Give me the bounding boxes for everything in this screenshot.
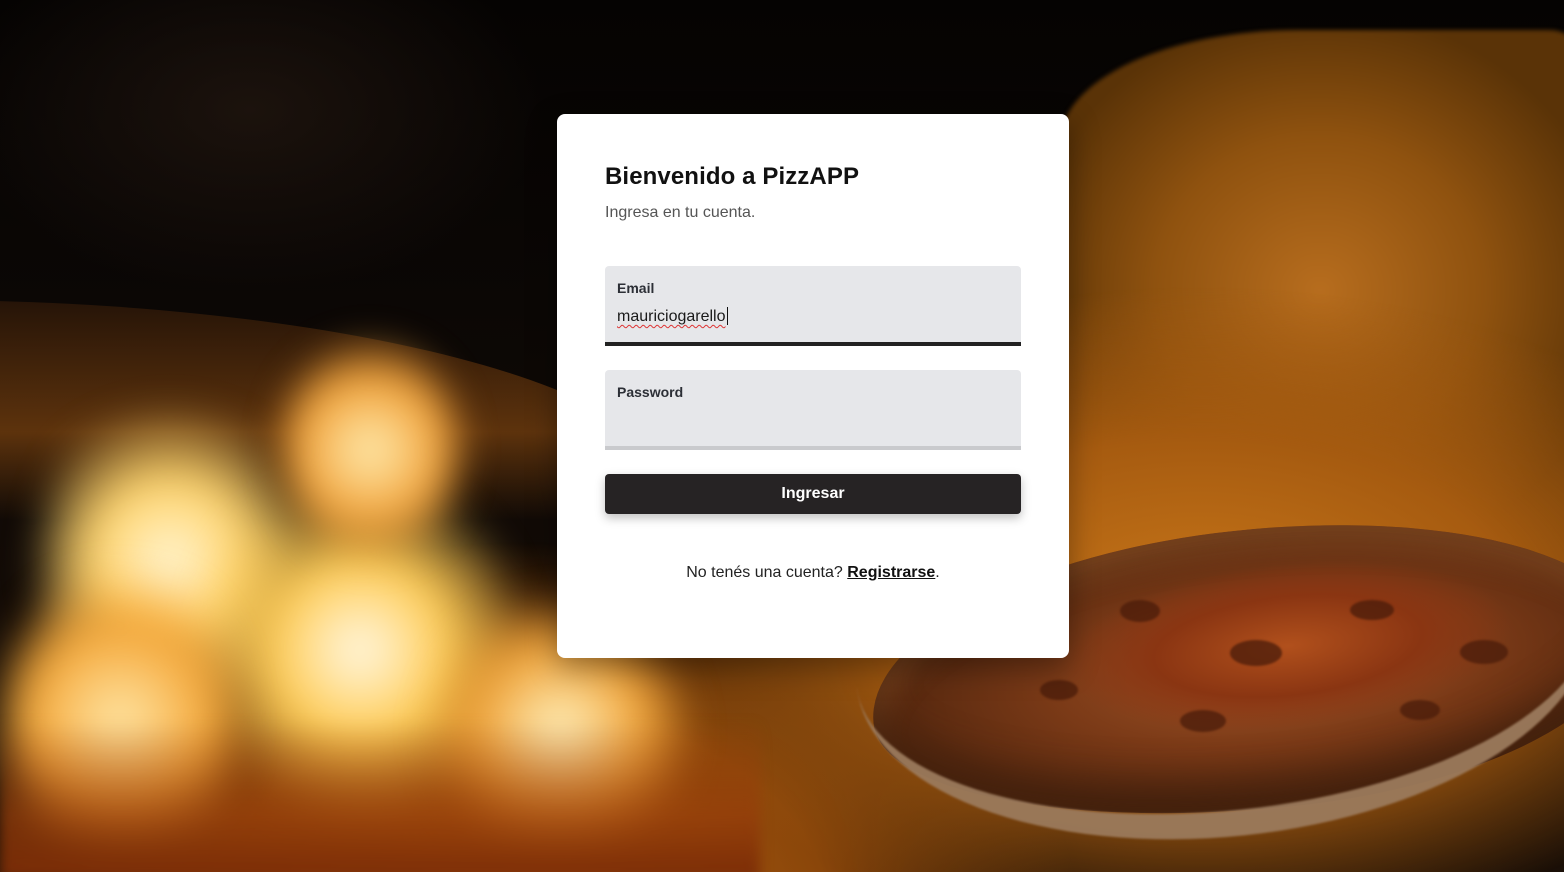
- pizza-topping: [1040, 680, 1078, 700]
- flame: [280, 340, 460, 560]
- email-input[interactable]: mauriciogarello: [617, 308, 726, 326]
- email-field[interactable]: Email mauriciogarello: [605, 266, 1021, 346]
- page-title: Bienvenido a PizzAPP: [605, 163, 860, 190]
- pizza-topping: [1230, 640, 1282, 666]
- password-label: Password: [617, 384, 684, 400]
- register-link[interactable]: Registrarse: [847, 564, 935, 581]
- register-suffix: .: [935, 564, 940, 581]
- pizza-topping: [1120, 600, 1160, 622]
- email-label: Email: [617, 280, 655, 296]
- email-value: mauriciogarello: [617, 308, 726, 325]
- register-prompt-text: No tenés una cuenta?: [686, 564, 848, 581]
- login-button[interactable]: Ingresar: [605, 474, 1021, 514]
- register-prompt: No tenés una cuenta? Registrarse.: [557, 564, 1069, 582]
- text-caret: [727, 307, 728, 325]
- embers: [0, 720, 760, 872]
- pizza-topping: [1180, 710, 1226, 732]
- login-page: Bienvenido a PizzAPP Ingresa en tu cuent…: [0, 0, 1564, 872]
- password-field[interactable]: Password: [605, 370, 1021, 450]
- login-card: Bienvenido a PizzAPP Ingresa en tu cuent…: [557, 114, 1069, 658]
- page-subtitle: Ingresa en tu cuenta.: [605, 204, 756, 221]
- pizza-topping: [1460, 640, 1508, 664]
- pizza-topping: [1400, 700, 1440, 720]
- pizza-topping: [1350, 600, 1394, 620]
